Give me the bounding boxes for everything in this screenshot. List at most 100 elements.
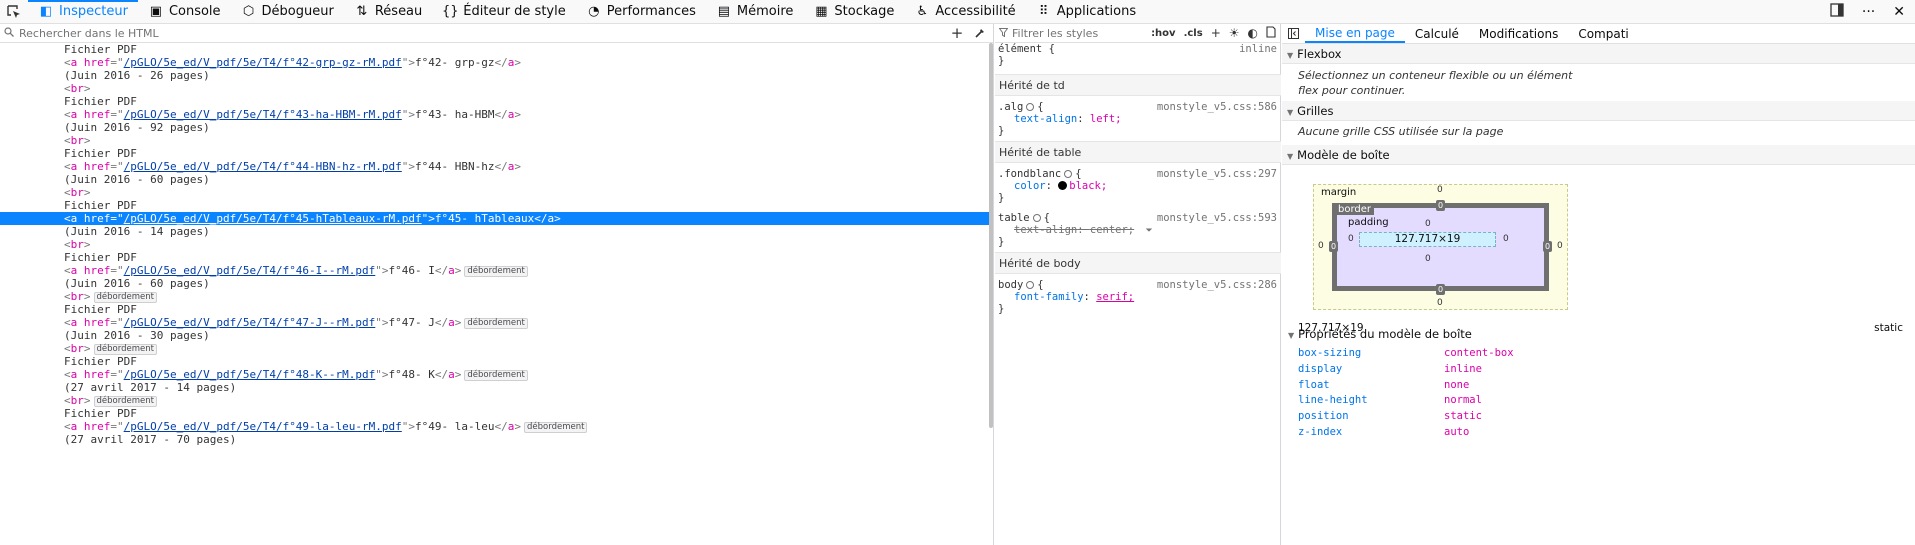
overflow-badge[interactable]: débordement [524, 422, 588, 433]
css-declaration[interactable]: text-align: center; ⏷ [995, 224, 1281, 236]
padding-top-value[interactable]: 0 [1425, 219, 1431, 229]
attr-value-link[interactable]: /pGLO/5e_ed/V_pdf/5e/T4/f°42-grp-gz-rM.p… [124, 56, 402, 69]
selector-highlight-icon[interactable] [1064, 170, 1073, 178]
overflow-badge[interactable]: débordement [464, 266, 528, 277]
sidebar-tab[interactable]: Mise en page [1305, 24, 1405, 43]
light-scheme-icon[interactable]: ☀ [1229, 26, 1240, 40]
html-node[interactable]: <br> débordement [0, 290, 990, 303]
sidebar-tab[interactable]: Modifications [1469, 24, 1568, 43]
html-node[interactable]: <a href="/pGLO/5e_ed/V_pdf/5e/T4/f°42-gr… [0, 56, 990, 69]
overflow-badge[interactable]: débordement [464, 370, 528, 381]
color-swatch-icon[interactable] [1058, 181, 1068, 190]
html-search-input[interactable]: Rechercher dans le HTML [19, 27, 159, 40]
margin-top-value[interactable]: 0 [1437, 185, 1443, 195]
markup-scrollbar[interactable] [989, 43, 993, 428]
html-node[interactable]: (27 avril 2017 - 70 pages) [0, 433, 990, 446]
tab-applications[interactable]: ⠿ Applications [1026, 0, 1146, 23]
html-node[interactable]: <br> [0, 238, 990, 251]
rule-source-link[interactable]: monstyle_v5.css:297 [1157, 168, 1277, 180]
more-options-icon[interactable]: ··· [1862, 4, 1875, 20]
attr-value-link[interactable]: /pGLO/5e_ed/V_pdf/5e/T4/f°45-hTableaux-r… [124, 212, 422, 225]
tab-network[interactable]: ⇅ Réseau [344, 0, 432, 23]
tab-storage[interactable]: ▦ Stockage [803, 0, 904, 23]
margin-bottom-value[interactable]: 0 [1437, 298, 1443, 308]
sidebar-tab[interactable]: Compati [1568, 24, 1638, 43]
classes-button[interactable]: .cls [1184, 28, 1203, 39]
overflow-badge[interactable]: débordement [93, 344, 157, 355]
html-node[interactable]: <br> débordement [0, 394, 990, 407]
padding-bottom-value[interactable]: 0 [1425, 254, 1431, 264]
tab-accessibility[interactable]: ♿ Accessibilité [904, 0, 1025, 23]
html-node[interactable]: (Juin 2016 - 14 pages) [0, 225, 990, 238]
add-rule-icon[interactable]: + [1211, 26, 1221, 40]
html-node[interactable]: Fichier PDF [0, 355, 990, 368]
attr-value-link[interactable]: /pGLO/5e_ed/V_pdf/5e/T4/f°49-la-leu-rM.p… [124, 420, 402, 433]
html-node-selected[interactable]: <a href="/pGLO/5e_ed/V_pdf/5e/T4/f°45-hT… [0, 212, 990, 225]
boxmodel-content[interactable]: 127.717×19 [1359, 232, 1496, 247]
border-bottom-value[interactable]: 0 [1436, 284, 1445, 295]
selector-highlight-icon[interactable] [1032, 214, 1041, 222]
property-name[interactable]: color [1014, 180, 1046, 192]
html-node[interactable]: Fichier PDF [0, 147, 990, 160]
boxmodel-section[interactable]: ▼ Modèle de boîte [1282, 145, 1915, 165]
print-simulation-icon[interactable] [1266, 25, 1276, 41]
attr-value-link[interactable]: /pGLO/5e_ed/V_pdf/5e/T4/f°47-J--rM.pdf [124, 316, 376, 329]
property-value[interactable]: center; [1090, 224, 1134, 236]
tab-performance[interactable]: ◔ Performances [576, 0, 706, 23]
tab-style-editor[interactable]: {} Éditeur de style [432, 0, 575, 23]
html-node[interactable]: Fichier PDF [0, 95, 990, 108]
overflow-badge[interactable]: débordement [464, 318, 528, 329]
html-node[interactable]: <a href="/pGLO/5e_ed/V_pdf/5e/T4/f°44-HB… [0, 160, 990, 173]
close-icon[interactable]: ✕ [1893, 4, 1905, 20]
dark-scheme-icon[interactable]: ◐ [1248, 26, 1258, 40]
property-value[interactable]: black; [1069, 180, 1107, 192]
filter-property-icon[interactable]: ⏷ [1140, 226, 1153, 236]
rule-source-link[interactable]: monstyle_v5.css:586 [1157, 101, 1277, 113]
add-node-button[interactable]: + [949, 24, 965, 42]
property-name[interactable]: font-family [1014, 291, 1084, 303]
rule-selector[interactable]: élément { [998, 43, 1055, 55]
html-node[interactable]: Fichier PDF [0, 43, 990, 56]
selector-highlight-icon[interactable] [1026, 103, 1035, 111]
border-left-value[interactable]: 0 [1329, 241, 1338, 252]
html-node[interactable]: <a href="/pGLO/5e_ed/V_pdf/5e/T4/f°49-la… [0, 420, 990, 433]
html-node[interactable]: Fichier PDF [0, 407, 990, 420]
flexbox-section[interactable]: ▼ Flexbox [1282, 44, 1915, 64]
html-node[interactable]: (Juin 2016 - 30 pages) [0, 329, 990, 342]
rule-selector[interactable]: body [998, 279, 1023, 291]
tab-memory[interactable]: ▤ Mémoire [706, 0, 804, 23]
toggle-pane-icon[interactable] [1282, 24, 1305, 43]
html-node[interactable]: <a href="/pGLO/5e_ed/V_pdf/5e/T4/f°47-J-… [0, 316, 990, 329]
selector-highlight-icon[interactable] [1026, 281, 1035, 289]
html-node[interactable]: <a href="/pGLO/5e_ed/V_pdf/5e/T4/f°48-K-… [0, 368, 990, 381]
attr-value-link[interactable]: /pGLO/5e_ed/V_pdf/5e/T4/f°46-I--rM.pdf [124, 264, 376, 277]
property-name[interactable]: text-align [1014, 224, 1077, 236]
html-node[interactable]: (Juin 2016 - 60 pages) [0, 277, 990, 290]
rule-selector[interactable]: .alg [998, 101, 1023, 113]
grid-section[interactable]: ▼ Grilles [1282, 101, 1915, 121]
html-node[interactable]: Fichier PDF [0, 303, 990, 316]
html-node[interactable]: Fichier PDF [0, 199, 990, 212]
padding-right-value[interactable]: 0 [1503, 234, 1509, 244]
property-name[interactable]: text-align [1014, 113, 1077, 125]
sidebar-tab[interactable]: Calculé [1405, 24, 1469, 43]
tab-debugger[interactable]: ⬡ Débogueur [231, 0, 344, 23]
property-value[interactable]: serif; [1096, 291, 1134, 303]
html-node[interactable]: (Juin 2016 - 92 pages) [0, 121, 990, 134]
html-node[interactable]: <a href="/pGLO/5e_ed/V_pdf/5e/T4/f°43-ha… [0, 108, 990, 121]
overflow-badge[interactable]: débordement [93, 292, 157, 303]
hover-state-button[interactable]: :hov [1151, 28, 1176, 39]
overflow-badge[interactable]: débordement [93, 396, 157, 407]
attr-value-link[interactable]: /pGLO/5e_ed/V_pdf/5e/T4/f°48-K--rM.pdf [124, 368, 376, 381]
rule-selector[interactable]: table [998, 212, 1030, 224]
css-declaration[interactable]: font-family: serif; [995, 291, 1281, 303]
html-node[interactable]: (Juin 2016 - 60 pages) [0, 173, 990, 186]
html-node[interactable]: Fichier PDF [0, 251, 990, 264]
element-picker-button[interactable] [0, 0, 28, 23]
eyedropper-icon[interactable] [972, 25, 988, 41]
html-node[interactable]: <br> [0, 134, 990, 147]
border-right-value[interactable]: 0 [1543, 241, 1552, 252]
margin-left-value[interactable]: 0 [1318, 241, 1324, 251]
css-declaration[interactable]: color: black; [995, 180, 1281, 192]
attr-value-link[interactable]: /pGLO/5e_ed/V_pdf/5e/T4/f°44-HBN-hz-rM.p… [124, 160, 402, 173]
